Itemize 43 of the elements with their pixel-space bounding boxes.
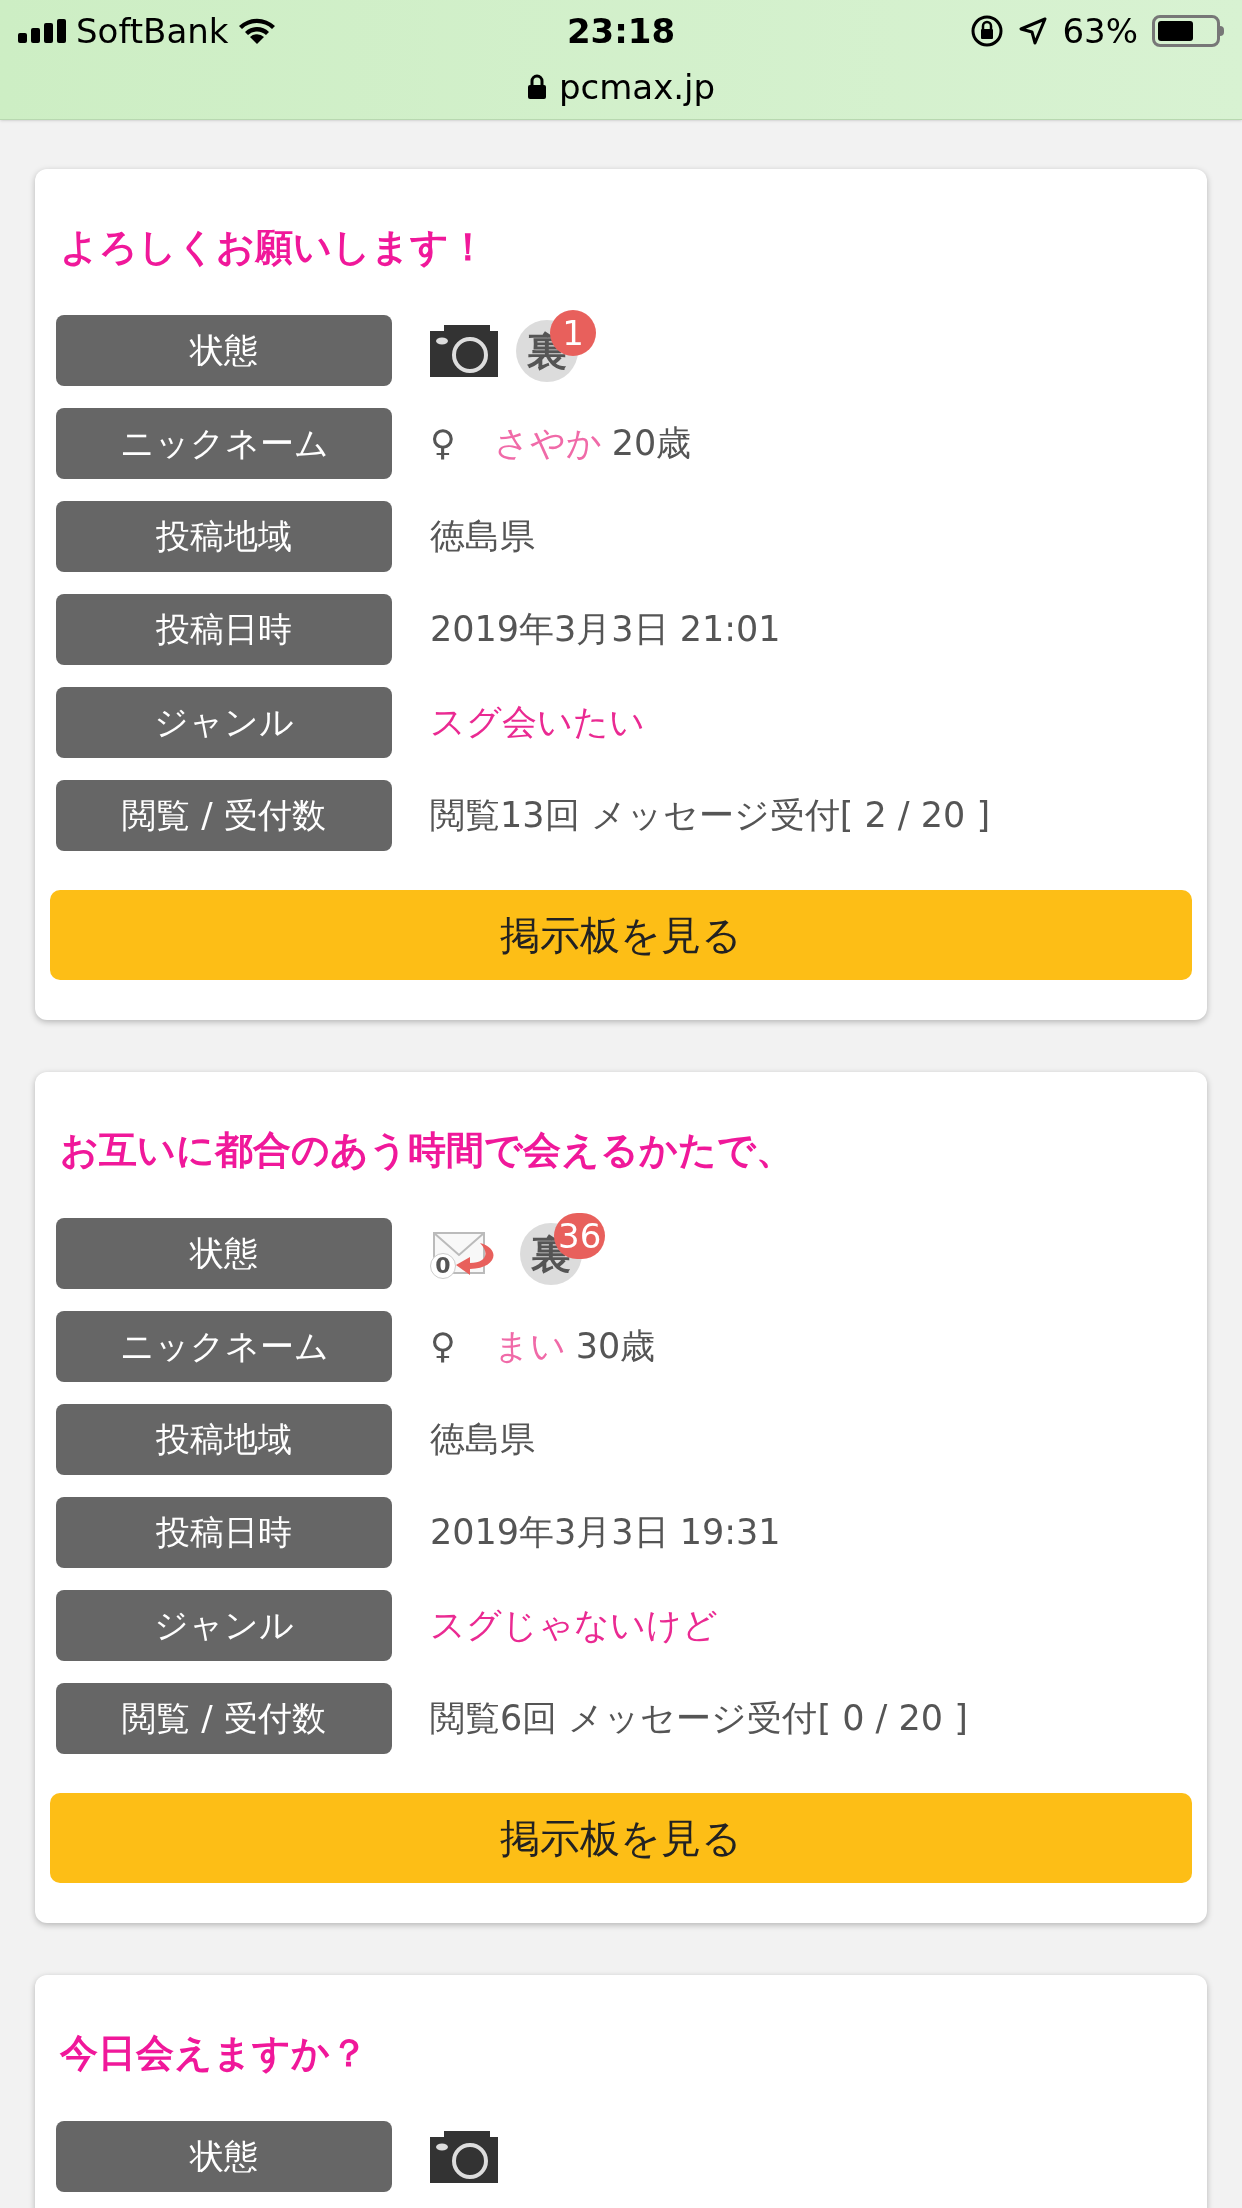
carrier-name: SoftBank [76,9,229,53]
camera-icon [430,2130,498,2183]
field-label: 投稿日時 [56,594,392,665]
nickname-link[interactable]: さやか [493,417,602,470]
field-label: 投稿地域 [56,501,392,572]
field-value: 閲覧6回 メッセージ受付[ 0 / 20 ] [430,1697,968,1741]
field-value: 2019年3月3日 21:01 [430,608,781,652]
genre-link[interactable]: スグ会いたい [430,696,645,749]
female-sign: ♀ [430,1325,456,1369]
nickname-link[interactable]: まい [493,1320,566,1373]
post-title: 今日会えますか？ [59,2030,369,2077]
field-label: 閲覧 / 受付数 [56,1683,392,1754]
field-label: 状態 [56,1218,392,1289]
field-label: 状態 [56,2121,392,2192]
age-text: 30歳 [575,1325,656,1369]
battery-icon [1152,15,1224,47]
camera-icon [430,324,498,377]
view-board-button[interactable]: 掲示板を見る [50,890,1192,980]
field-label: ニックネーム [56,1311,392,1382]
field-value: 徳島県 [430,1418,535,1462]
post-title: お互いに都合のあう時間で会えるかたで、 [59,1127,795,1174]
field-value: 2019年3月3日 19:31 [430,1511,781,1555]
field-label: 投稿地域 [56,1404,392,1475]
clock-time: 23:18 [566,9,676,53]
field-label: 投稿日時 [56,1497,392,1568]
female-sign: ♀ [430,422,456,466]
field-label: 閲覧 / 受付数 [56,780,392,851]
field-label: ニックネーム [56,408,392,479]
signal-icon [18,19,68,43]
lock-icon [526,74,547,100]
rotation-lock-icon [970,14,1005,48]
post-title: よろしくお願いします！ [59,224,488,271]
location-arrow-icon [1018,16,1049,46]
url-text[interactable]: pcmax.jp [558,61,716,113]
battery-percent: 63% [1062,9,1138,53]
field-label: ジャンル [56,1590,392,1661]
field-value: 徳島県 [430,515,535,559]
age-text: 20歳 [611,422,692,466]
field-label: ジャンル [56,687,392,758]
view-board-button[interactable]: 掲示板を見る [50,1793,1192,1883]
field-value: 閲覧13回 メッセージ受付[ 2 / 20 ] [430,794,991,838]
genre-link[interactable]: スグじゃないけど [430,1599,718,1652]
field-label: 状態 [56,315,392,386]
